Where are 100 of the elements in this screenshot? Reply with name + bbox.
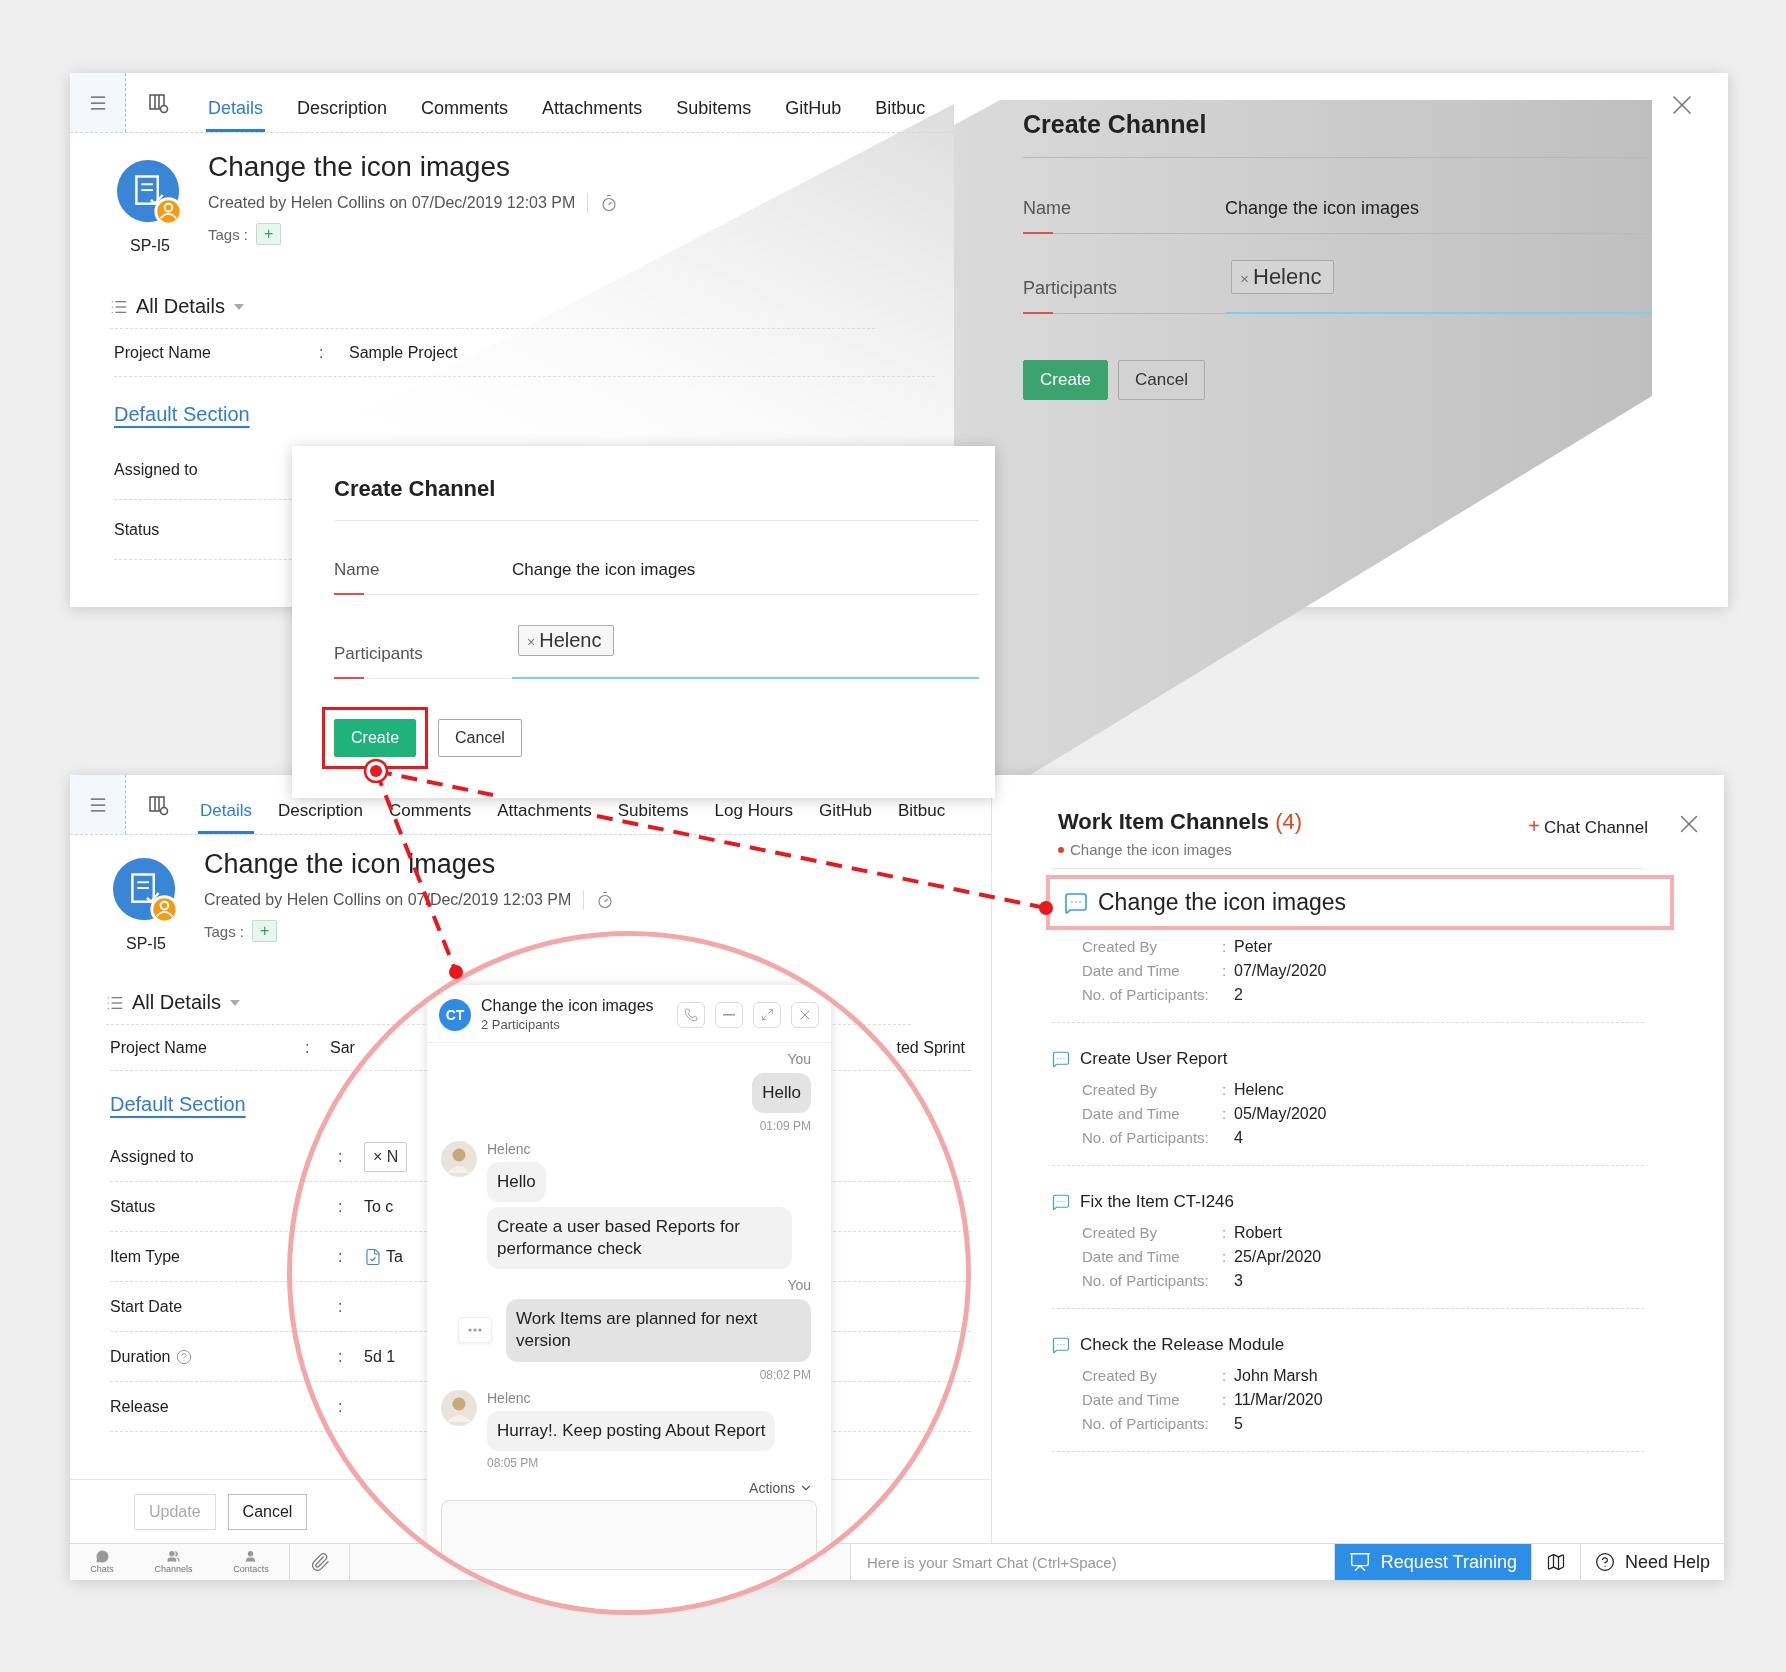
field-value: Helenc bbox=[1234, 1081, 1285, 1099]
footer-button[interactable]: Cancel bbox=[227, 1493, 308, 1530]
field-label: Duration bbox=[110, 1347, 171, 1366]
actions-menu[interactable]: Actions bbox=[749, 1479, 813, 1496]
channel-avatar: CT bbox=[439, 998, 471, 1031]
separator: : bbox=[1222, 1391, 1228, 1409]
participant-chip[interactable]: × Helenc bbox=[518, 624, 615, 656]
tab[interactable]: Log Hours bbox=[712, 801, 795, 834]
chat-subtitle: 2 Participants bbox=[481, 1017, 561, 1032]
separator: : bbox=[1222, 1367, 1228, 1385]
field-label: Participants bbox=[1023, 234, 1225, 313]
dock-button[interactable]: Chats bbox=[90, 1550, 114, 1574]
stopwatch-icon[interactable] bbox=[600, 194, 619, 212]
board-settings-icon[interactable] bbox=[148, 91, 170, 114]
separator: : bbox=[338, 1397, 344, 1416]
field-label: Participants bbox=[334, 595, 512, 678]
chat-icon bbox=[1052, 1336, 1070, 1354]
close-button[interactable] bbox=[791, 1001, 819, 1028]
channel-item[interactable]: Create User Report bbox=[1048, 1045, 1644, 1073]
message-field[interactable] bbox=[441, 1499, 817, 1570]
tab[interactable]: Subitems bbox=[674, 98, 754, 132]
name-field[interactable]: Change the icon images bbox=[512, 560, 979, 594]
panel-title: Work Item Channels (4) bbox=[1058, 809, 1304, 835]
tab[interactable]: Description bbox=[275, 801, 365, 834]
more-button[interactable] bbox=[458, 1317, 492, 1344]
name-field[interactable]: Change the icon images bbox=[1225, 198, 1651, 233]
help-icon[interactable] bbox=[176, 1348, 193, 1365]
bullet-icon bbox=[1058, 846, 1064, 853]
separator: : bbox=[338, 1297, 344, 1316]
add-channel-button[interactable]: + Chat Channel bbox=[1528, 811, 1648, 842]
need-help-button[interactable]: Need Help bbox=[1579, 1544, 1724, 1580]
channel-item[interactable]: Fix the Item CT-I246 bbox=[1048, 1188, 1644, 1216]
minimize-button[interactable] bbox=[715, 1001, 743, 1028]
field-label: Assigned to bbox=[110, 1147, 194, 1166]
separator: : bbox=[338, 1247, 344, 1266]
item-title: Change the icon images bbox=[204, 849, 497, 880]
menu-button[interactable] bbox=[70, 775, 126, 834]
expand-button[interactable] bbox=[753, 1001, 781, 1028]
field-label: Name bbox=[334, 521, 512, 594]
tab[interactable]: Attachments bbox=[495, 801, 594, 834]
separator: : bbox=[1222, 1248, 1228, 1266]
participant-chip[interactable]: × Helenc bbox=[1231, 260, 1335, 294]
tab[interactable]: Description bbox=[295, 98, 390, 132]
message-bubble: Create a user based Reports for performance check bbox=[487, 1207, 792, 1270]
field-label: Date and Time bbox=[1082, 962, 1181, 980]
participants-field[interactable]: × Helenc bbox=[1225, 234, 1651, 314]
tab[interactable]: Comments bbox=[419, 98, 511, 132]
channel-item[interactable]: Change the icon images bbox=[1046, 875, 1674, 930]
sender-name: Helenc bbox=[487, 1389, 531, 1406]
avatar bbox=[441, 1389, 477, 1426]
panel-subtitle: Change the icon images bbox=[1070, 841, 1232, 858]
tab[interactable]: Comments bbox=[387, 801, 474, 834]
section-header: All Details bbox=[136, 295, 225, 318]
field-value: × N bbox=[364, 1141, 408, 1172]
call-button[interactable] bbox=[677, 1001, 705, 1028]
tab[interactable]: GitHub bbox=[783, 98, 844, 132]
item-id: SP-I5 bbox=[126, 935, 166, 953]
board-settings-icon[interactable] bbox=[148, 793, 170, 816]
tab[interactable]: Details bbox=[198, 801, 254, 834]
caret-icon[interactable] bbox=[232, 302, 245, 311]
cancel-button[interactable]: Cancel bbox=[438, 719, 522, 757]
field-label: No. of Participants: bbox=[1082, 1272, 1210, 1290]
smart-chat-field[interactable]: Here is your Smart Chat (Ctrl+Space) bbox=[850, 1544, 1334, 1580]
chat-icon bbox=[1052, 1050, 1070, 1068]
field-label: Status bbox=[114, 520, 160, 539]
more-icon bbox=[468, 1328, 482, 1333]
participants-field[interactable]: × Helenc bbox=[512, 595, 979, 679]
dock-button[interactable]: Contacts bbox=[233, 1550, 269, 1574]
section-link[interactable]: Default Section bbox=[114, 403, 250, 426]
section-link[interactable]: Default Section bbox=[110, 1093, 246, 1116]
tab[interactable]: Attachments bbox=[540, 98, 645, 132]
separator: : bbox=[338, 1147, 344, 1166]
cancel-button[interactable]: Cancel bbox=[1118, 360, 1205, 400]
chat-icon bbox=[1052, 1193, 1070, 1211]
map-button[interactable] bbox=[1530, 1544, 1580, 1580]
stopwatch-icon[interactable] bbox=[596, 891, 615, 909]
tab[interactable]: Subitems bbox=[615, 801, 691, 834]
tab[interactable]: Details bbox=[206, 98, 266, 132]
task-icon bbox=[364, 1247, 382, 1266]
paperclip-icon[interactable] bbox=[309, 1552, 330, 1572]
separator: : bbox=[338, 1197, 344, 1216]
dock-button[interactable]: Channels bbox=[154, 1550, 193, 1574]
field-label: Created By bbox=[1082, 1081, 1159, 1099]
sender-name: You bbox=[787, 1051, 811, 1067]
tab[interactable]: Bitbuc bbox=[873, 98, 928, 132]
separator: : bbox=[1222, 1105, 1228, 1123]
field-label: Date and Time bbox=[1082, 1105, 1181, 1123]
field-value: 2 bbox=[1234, 986, 1244, 1004]
created-info: Created by Helen Collins on 07/Dec/2019 12:03 PM bbox=[208, 194, 576, 212]
tab[interactable]: Bitbuc bbox=[895, 801, 948, 834]
channel-item[interactable]: Check the Release Module bbox=[1048, 1331, 1644, 1359]
field-value: Peter bbox=[1234, 938, 1274, 956]
field-value: John Marsh bbox=[1234, 1367, 1319, 1385]
tab[interactable]: GitHub bbox=[817, 801, 874, 834]
dialog-title: Create Channel bbox=[334, 476, 979, 521]
caret-icon[interactable] bbox=[228, 998, 241, 1007]
menu-button[interactable] bbox=[70, 73, 126, 132]
message-time: 08:05 PM bbox=[487, 1455, 539, 1470]
chat-icon bbox=[1064, 890, 1088, 915]
message-bubble: Work Items are planned for next version bbox=[506, 1299, 811, 1362]
